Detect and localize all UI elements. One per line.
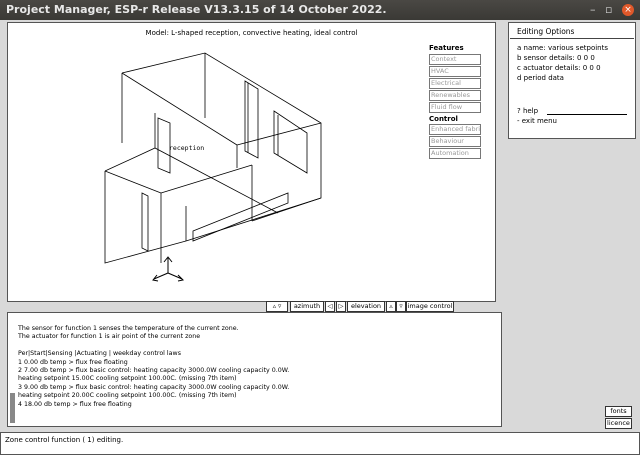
- minimize-icon[interactable]: –: [590, 3, 596, 16]
- output-line: Per|Start|Sensing |Actuating | weekday c…: [18, 350, 181, 358]
- output-line: heating setpoint 15.00C cooling setpoint…: [18, 375, 237, 383]
- menu-item-help[interactable]: ? help: [517, 107, 538, 115]
- heading-divider: [510, 38, 634, 39]
- output-line: The actuator for function 1 is air point…: [18, 333, 201, 341]
- feature-context-button[interactable]: Context: [429, 54, 481, 65]
- feature-automation-button[interactable]: Automation: [429, 148, 481, 159]
- feature-hvac-button[interactable]: HVAC: [429, 66, 481, 77]
- features-panel: Features Context HVAC Electrical Renewab…: [429, 44, 481, 160]
- licence-button[interactable]: licence: [605, 418, 632, 429]
- menu-item-actuator-details[interactable]: c actuator details: 0 0 0: [517, 64, 601, 72]
- azimuth-left-button[interactable]: ◁: [325, 301, 335, 312]
- output-line: 3 9.00 db temp > flux basic control: hea…: [18, 383, 290, 391]
- menu-item-exit[interactable]: - exit menu: [517, 117, 557, 125]
- menu-divider: [547, 114, 627, 115]
- close-icon[interactable]: ×: [622, 4, 634, 16]
- editing-options-heading: Editing Options: [517, 27, 575, 36]
- azimuth-right-button[interactable]: ▷: [336, 301, 346, 312]
- feature-electrical-button[interactable]: Electrical: [429, 78, 481, 89]
- azimuth-button[interactable]: azimuth: [290, 301, 324, 312]
- elevation-button[interactable]: elevation: [347, 301, 385, 312]
- text-output-lines: The sensor for function 1 senses the tem…: [18, 325, 289, 409]
- wireframe-model: [104, 52, 322, 282]
- text-output-panel[interactable]: The sensor for function 1 senses the tem…: [7, 312, 502, 427]
- model-view-canvas[interactable]: Model: L-shaped reception, convective he…: [7, 22, 496, 302]
- feature-control-label[interactable]: Control: [429, 114, 481, 124]
- elevation-down-button[interactable]: ▿: [396, 301, 406, 312]
- status-bar: Zone control function ( 1) editing.: [0, 432, 640, 455]
- menu-item-sensor-details[interactable]: b sensor details: 0 0 0: [517, 54, 595, 62]
- fonts-button[interactable]: fonts: [605, 406, 632, 417]
- zoom-arrows-button[interactable]: ▵ ▿: [266, 301, 288, 312]
- feature-fluid-flow-button[interactable]: Fluid flow: [429, 102, 481, 113]
- window-titlebar: Project Manager, ESP-r Release V13.3.15 …: [0, 0, 640, 20]
- status-message: Zone control function ( 1) editing.: [5, 436, 124, 444]
- output-line: 4 18.00 db temp > flux free floating: [18, 400, 132, 408]
- feature-enhanced-fabric-button[interactable]: Enhanced fabric: [429, 124, 481, 135]
- maximize-icon[interactable]: ▫: [605, 3, 612, 16]
- output-line: heating setpoint 20.00C cooling setpoint…: [18, 392, 237, 400]
- image-control-button[interactable]: image control: [406, 301, 454, 312]
- feature-renewables-button[interactable]: Renewables: [429, 90, 481, 101]
- zone-label: reception: [169, 144, 205, 152]
- menu-item-period-data[interactable]: d period data: [517, 74, 564, 82]
- window-title: Project Manager, ESP-r Release V13.3.15 …: [6, 3, 387, 16]
- text-scrollbar[interactable]: [10, 393, 15, 423]
- editing-options-panel: Editing Options a name: various setpoint…: [508, 22, 636, 139]
- feature-behaviour-button[interactable]: Behaviour: [429, 136, 481, 147]
- menu-item-name[interactable]: a name: various setpoints: [517, 44, 608, 52]
- output-line: 2 7.00 db temp > flux basic control: hea…: [18, 367, 290, 375]
- elevation-up-button[interactable]: ▵: [386, 301, 396, 312]
- output-line: The sensor for function 1 senses the tem…: [18, 325, 239, 332]
- output-line: 1 0.00 db temp > flux free floating: [18, 358, 128, 366]
- features-heading: Features: [429, 44, 464, 52]
